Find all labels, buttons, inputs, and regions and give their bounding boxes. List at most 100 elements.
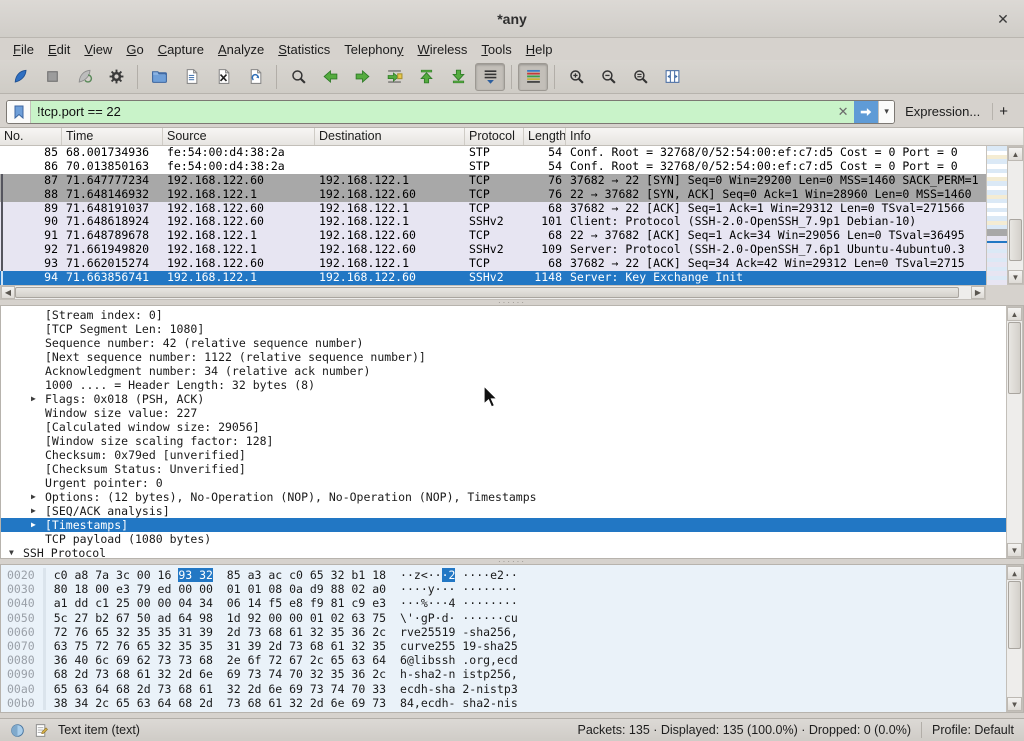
scroll-up-icon[interactable]: ▲ (1008, 147, 1023, 161)
column-header-info[interactable]: Info (566, 128, 1024, 145)
expand-arrow-icon[interactable]: ▶ (31, 504, 36, 518)
display-filter-input[interactable] (31, 101, 832, 123)
file-reload-button[interactable] (240, 63, 270, 91)
hex-line[interactable]: 007063 75 72 76 65 32 35 35 31 39 2d 73 … (1, 639, 1023, 653)
hex-line[interactable]: 0040a1 dd c1 25 00 00 04 34 06 14 f5 e8 … (1, 596, 1023, 610)
scroll-thumb[interactable] (1009, 219, 1022, 261)
packet-list-vscrollbar[interactable]: ▲ ▼ (1007, 146, 1024, 285)
hex-line[interactable]: 00a065 63 64 68 2d 73 68 61 32 2d 6e 69 … (1, 682, 1023, 696)
packet-row-87[interactable]: 8771.647777234192.168.122.60192.168.122.… (0, 174, 986, 188)
packet-row-88[interactable]: 8871.648146932192.168.122.1192.168.122.6… (0, 188, 986, 202)
detail-line[interactable]: Window size value: 227 (1, 406, 1006, 420)
zoom-in-button[interactable] (561, 63, 591, 91)
detail-line[interactable]: Checksum: 0x79ed [unverified] (1, 448, 1006, 462)
detail-line[interactable]: TCP payload (1080 bytes) (1, 532, 1006, 546)
detail-line[interactable]: Urgent pointer: 0 (1, 476, 1006, 490)
filter-bookmark-button[interactable] (7, 101, 31, 123)
expand-arrow-icon[interactable]: ▶ (31, 392, 36, 406)
detail-line[interactable]: ▶[SEQ/ACK analysis] (1, 504, 1006, 518)
scroll-right-icon[interactable]: ▶ (971, 286, 985, 299)
detail-line[interactable]: Sequence number: 42 (relative sequence n… (1, 336, 1006, 350)
expression-button[interactable]: Expression... (895, 104, 990, 119)
details-vscrollbar[interactable]: ▲ ▼ (1006, 306, 1023, 558)
packet-row-94[interactable]: 9471.663856741192.168.122.1192.168.122.6… (0, 271, 986, 285)
column-header-length[interactable]: Length (524, 128, 566, 145)
column-header-destination[interactable]: Destination (315, 128, 465, 145)
add-filter-button[interactable]: + (992, 103, 1018, 120)
find-packet-button[interactable] (283, 63, 313, 91)
menu-item-wireless[interactable]: Wireless (411, 40, 475, 59)
detail-line[interactable]: [TCP Segment Len: 1080] (1, 322, 1006, 336)
file-save-button[interactable] (176, 63, 206, 91)
packet-row-90[interactable]: 9071.648618924192.168.122.60192.168.122.… (0, 215, 986, 229)
scroll-thumb[interactable] (1008, 322, 1021, 394)
profile-text[interactable]: Profile: Default (932, 723, 1024, 737)
capture-restart-button[interactable] (69, 63, 99, 91)
title-bar[interactable]: *any ✕ (0, 0, 1024, 38)
menu-item-go[interactable]: Go (119, 40, 150, 59)
packet-row-91[interactable]: 9171.648789678192.168.122.1192.168.122.6… (0, 229, 986, 243)
zoom-out-button[interactable] (593, 63, 623, 91)
scroll-up-icon[interactable]: ▲ (1007, 566, 1022, 580)
scroll-down-icon[interactable]: ▼ (1007, 543, 1022, 557)
hex-line[interactable]: 00505c 27 b2 67 50 ad 64 98 1d 92 00 00 … (1, 611, 1023, 625)
hex-line[interactable]: 00b038 34 2c 65 63 64 68 2d 73 68 61 32 … (1, 696, 1023, 710)
menu-item-statistics[interactable]: Statistics (271, 40, 337, 59)
detail-line[interactable]: ▶Options: (12 bytes), No-Operation (NOP)… (1, 490, 1006, 504)
scroll-down-icon[interactable]: ▼ (1007, 697, 1022, 711)
collapse-arrow-icon[interactable]: ▼ (9, 546, 14, 559)
filter-clear-button[interactable]: ✕ (832, 101, 854, 123)
capture-stop-button[interactable] (37, 63, 67, 91)
packet-list-minimap[interactable] (986, 146, 1007, 285)
scroll-thumb[interactable] (15, 287, 959, 298)
detail-line[interactable]: Acknowledgment number: 34 (relative ack … (1, 364, 1006, 378)
go-forward-button[interactable] (347, 63, 377, 91)
packet-row-86[interactable]: 8670.013850163fe:54:00:d4:38:2aSTP54Conf… (0, 160, 986, 174)
packet-row-89[interactable]: 8971.648191037192.168.122.60192.168.122.… (0, 202, 986, 216)
detail-line[interactable]: [Stream index: 0] (1, 308, 1006, 322)
menu-item-help[interactable]: Help (519, 40, 560, 59)
expand-arrow-icon[interactable]: ▶ (31, 490, 36, 504)
detail-line[interactable]: [Window size scaling factor: 128] (1, 434, 1006, 448)
expand-arrow-icon[interactable]: ▶ (31, 518, 36, 532)
expert-info-icon[interactable] (10, 723, 25, 738)
bytes-vscrollbar[interactable]: ▲ ▼ (1006, 565, 1023, 712)
hex-line[interactable]: 0020c0 a8 7a 3c 00 16 93 32 85 a3 ac c0 … (1, 568, 1023, 582)
capture-options-button[interactable] (101, 63, 131, 91)
hex-line[interactable]: 006072 76 65 32 35 35 31 39 2d 73 68 61 … (1, 625, 1023, 639)
detail-line[interactable]: [Calculated window size: 29056] (1, 420, 1006, 434)
resize-columns-button[interactable] (657, 63, 687, 91)
menu-item-analyze[interactable]: Analyze (211, 40, 271, 59)
file-close-button[interactable] (208, 63, 238, 91)
packet-row-93[interactable]: 9371.662015274192.168.122.60192.168.122.… (0, 257, 986, 271)
zoom-original-button[interactable] (625, 63, 655, 91)
capture-comment-icon[interactable] (34, 723, 49, 738)
scroll-down-icon[interactable]: ▼ (1008, 270, 1023, 284)
detail-line[interactable]: ▶[Timestamps] (1, 518, 1006, 532)
column-header-source[interactable]: Source (163, 128, 315, 145)
detail-line[interactable]: [Next sequence number: 1122 (relative se… (1, 350, 1006, 364)
menu-item-view[interactable]: View (77, 40, 119, 59)
go-first-button[interactable] (411, 63, 441, 91)
menu-item-edit[interactable]: Edit (41, 40, 77, 59)
column-header-no[interactable]: No. (0, 128, 62, 145)
packet-row-92[interactable]: 9271.661949820192.168.122.1192.168.122.6… (0, 243, 986, 257)
colorize-button[interactable] (518, 63, 548, 91)
go-last-button[interactable] (443, 63, 473, 91)
scroll-left-icon[interactable]: ◀ (1, 286, 15, 299)
menu-item-telephony[interactable]: Telephony (337, 40, 410, 59)
column-header-protocol[interactable]: Protocol (465, 128, 524, 145)
hex-line[interactable]: 009068 2d 73 68 61 32 2d 6e 69 73 74 70 … (1, 667, 1023, 681)
column-header-time[interactable]: Time (62, 128, 163, 145)
capture-start-button[interactable] (5, 63, 35, 91)
scroll-up-icon[interactable]: ▲ (1007, 307, 1022, 321)
hex-line[interactable]: 008036 40 6c 69 62 73 73 68 2e 6f 72 67 … (1, 653, 1023, 667)
menu-item-file[interactable]: File (6, 40, 41, 59)
auto-scroll-button[interactable] (475, 63, 505, 91)
go-back-button[interactable] (315, 63, 345, 91)
detail-line[interactable]: 1000 .... = Header Length: 32 bytes (8) (1, 378, 1006, 392)
menu-item-tools[interactable]: Tools (474, 40, 518, 59)
packet-row-85[interactable]: 8568.001734936fe:54:00:d4:38:2aSTP54Conf… (0, 146, 986, 160)
filter-history-dropdown[interactable]: ▾ (878, 101, 894, 123)
go-to-packet-button[interactable] (379, 63, 409, 91)
